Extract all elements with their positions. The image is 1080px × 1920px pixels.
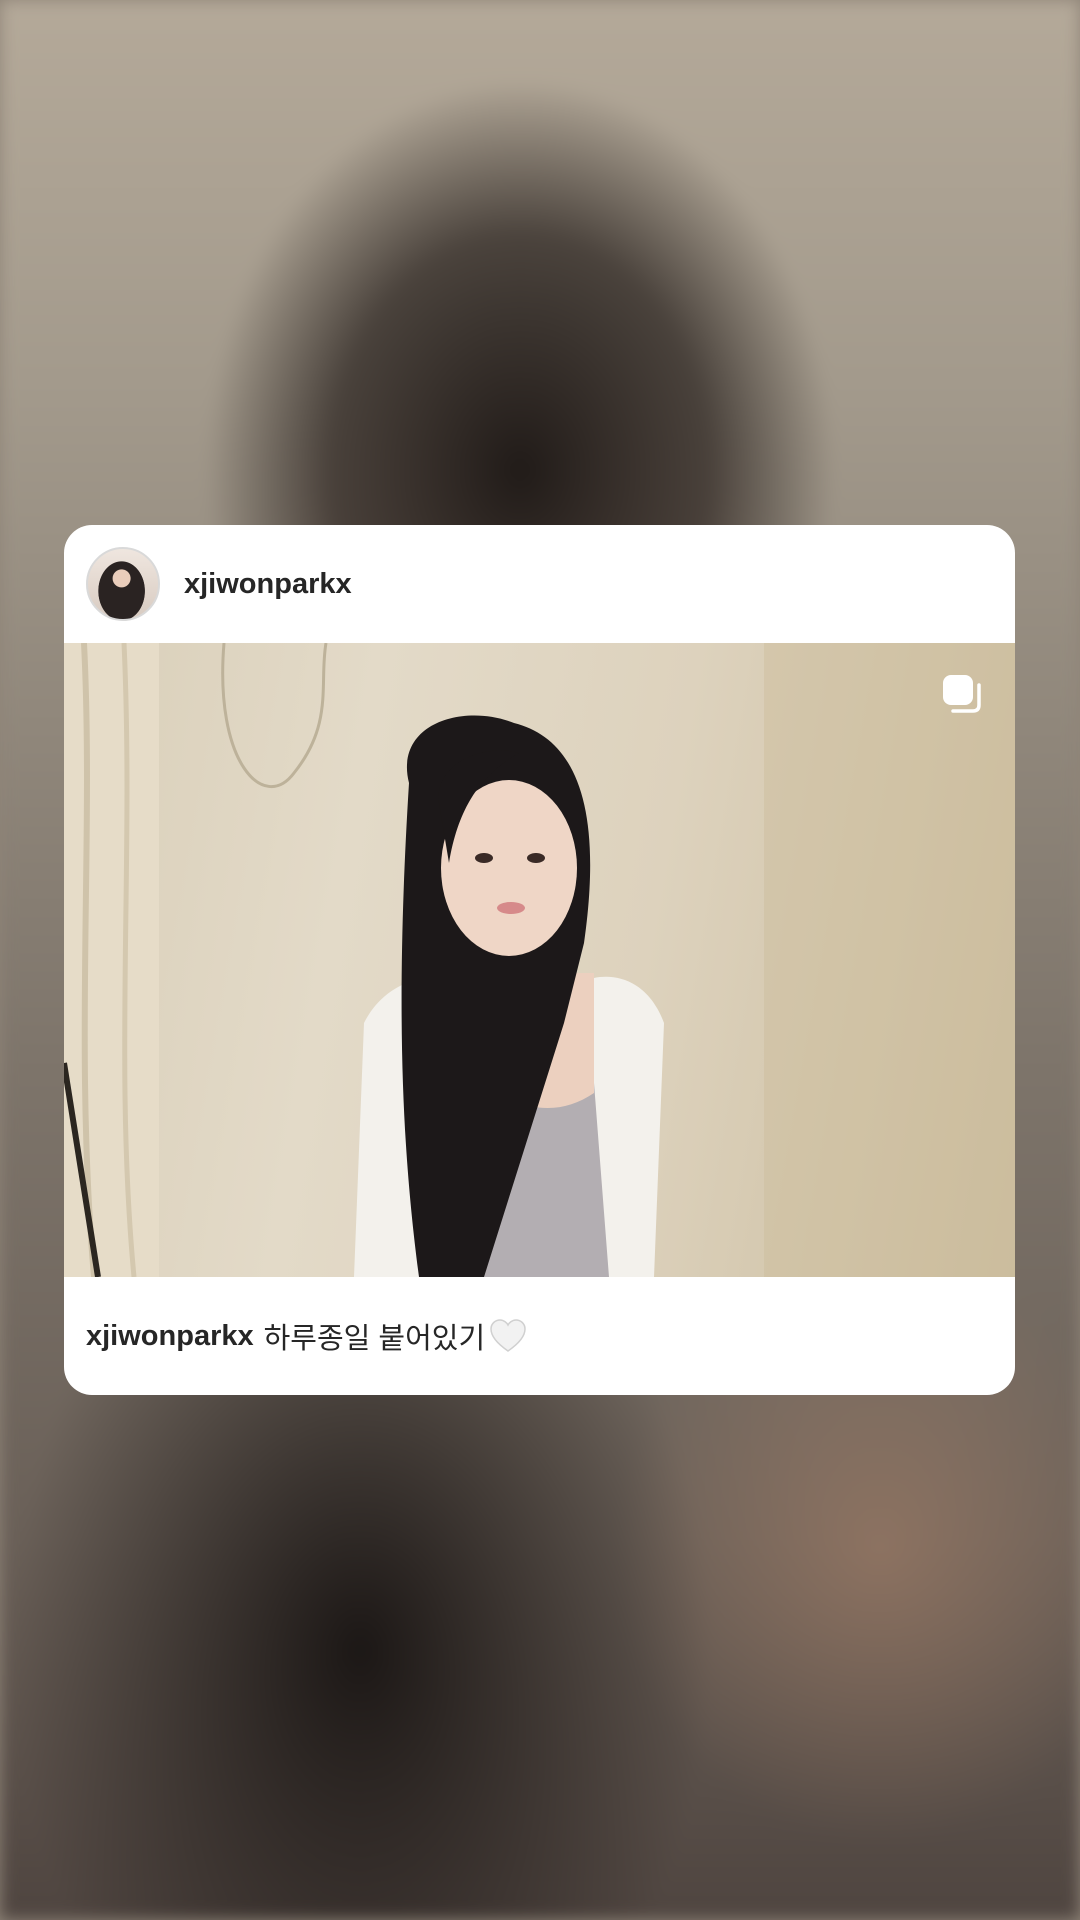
story-screen: xjiwonparkx xjiwonparkx 하루종일 붙어있기: [0, 0, 1080, 1920]
post-photo-illustration: [64, 643, 1015, 1277]
post-photo[interactable]: [64, 643, 1015, 1277]
shared-post-card[interactable]: xjiwonparkx xjiwonparkx 하루종일 붙어있기: [64, 525, 1015, 1395]
post-header[interactable]: xjiwonparkx: [64, 525, 1015, 643]
white-heart-icon: [490, 1319, 526, 1352]
post-username[interactable]: xjiwonparkx: [184, 568, 352, 601]
post-caption: xjiwonparkx 하루종일 붙어있기: [86, 1277, 986, 1395]
caption-username[interactable]: xjiwonparkx: [86, 1320, 254, 1353]
avatar[interactable]: [86, 547, 160, 621]
multi-photo-icon: [943, 675, 981, 713]
caption-text: 하루종일 붙어있기: [263, 1323, 486, 1355]
